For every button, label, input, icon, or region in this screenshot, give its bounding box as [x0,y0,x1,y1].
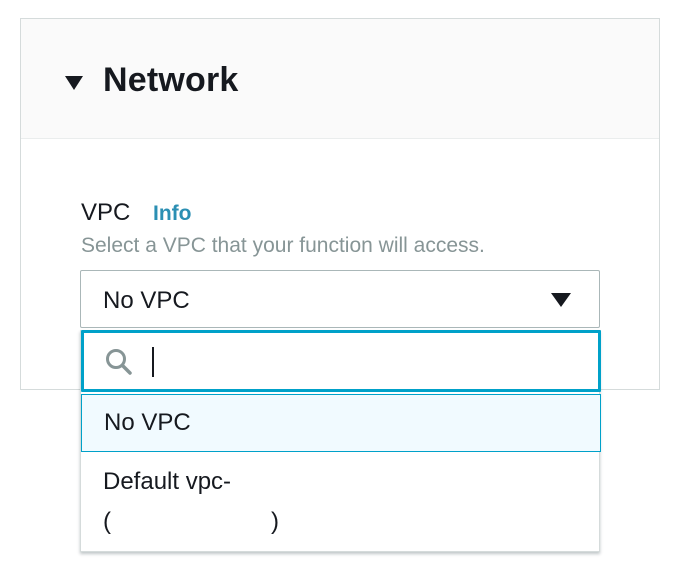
option-label: Default vpc- [103,468,232,495]
option-no-vpc[interactable]: No VPC [81,394,601,452]
search-icon [106,349,132,375]
dropdown-search-box[interactable] [81,330,601,392]
option-detail: ( ) [103,508,280,535]
vpc-select[interactable]: No VPC [80,270,600,328]
vpc-select-value: No VPC [103,287,190,314]
caret-down-icon [551,293,571,307]
page: Network VPC Info Select a VPC that your … [0,0,678,577]
vpc-description: Select a VPC that your function will acc… [81,234,485,257]
caret-down-icon[interactable] [65,76,83,90]
vpc-label: VPC [81,199,131,226]
network-panel-header[interactable]: Network [21,19,659,139]
dropdown-search-input[interactable] [146,341,582,381]
text-cursor [152,347,154,377]
info-link[interactable]: Info [153,202,191,226]
option-label: No VPC [104,409,191,436]
vpc-dropdown-menu: No VPC Default vpc- ( ) [80,330,601,552]
panel-title: Network [103,61,239,99]
option-default-vpc[interactable]: Default vpc- ( ) [81,454,601,550]
